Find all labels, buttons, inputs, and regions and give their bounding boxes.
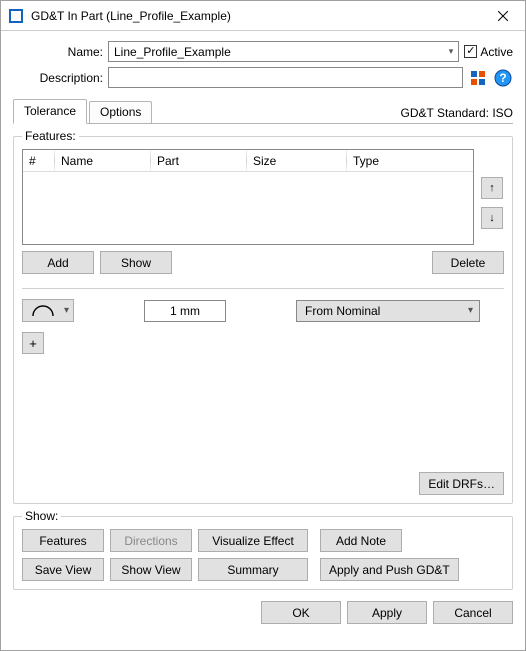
tolerance-mode-value: From Nominal bbox=[305, 304, 380, 318]
chevron-down-icon: ▾ bbox=[468, 305, 473, 316]
show-features-button[interactable]: Features bbox=[22, 529, 104, 552]
col-name[interactable]: Name bbox=[55, 150, 151, 171]
tab-options[interactable]: Options bbox=[89, 101, 152, 123]
tabstrip: Tolerance Options GD&T Standard: ISO bbox=[13, 99, 513, 124]
add-datum-button[interactable]: + bbox=[22, 332, 44, 354]
show-legend: Show: bbox=[22, 509, 61, 523]
description-label: Description: bbox=[13, 71, 103, 85]
description-input[interactable] bbox=[108, 67, 463, 88]
help-button[interactable]: ? bbox=[493, 68, 513, 88]
svg-text:?: ? bbox=[499, 71, 506, 85]
tolerance-frame-row: ▾ 1 mm From Nominal ▾ bbox=[22, 299, 504, 322]
add-note-button[interactable]: Add Note bbox=[320, 529, 402, 552]
name-label: Name: bbox=[13, 45, 103, 59]
app-icon bbox=[9, 9, 23, 23]
ok-button[interactable]: OK bbox=[261, 601, 341, 624]
features-buttons: Add Show Delete bbox=[22, 251, 504, 274]
chevron-down-icon: ▾ bbox=[449, 46, 454, 57]
dialog-body: Name: Line_Profile_Example ▾ ✓ Active De… bbox=[1, 31, 525, 650]
frame-spacer bbox=[22, 354, 504, 464]
close-button[interactable] bbox=[483, 1, 523, 31]
standard-label: GD&T Standard: ISO bbox=[401, 106, 514, 120]
description-row: Description: ? bbox=[13, 67, 513, 88]
active-label: Active bbox=[480, 45, 513, 59]
cancel-button[interactable]: Cancel bbox=[433, 601, 513, 624]
tolerance-value-input[interactable]: 1 mm bbox=[144, 300, 226, 322]
checkbox-icon: ✓ bbox=[464, 45, 477, 58]
reorder-buttons: ↑ ↓ bbox=[480, 149, 504, 245]
name-combo[interactable]: Line_Profile_Example ▾ bbox=[108, 41, 459, 62]
move-down-button[interactable]: ↓ bbox=[481, 207, 503, 229]
delete-button[interactable]: Delete bbox=[432, 251, 504, 274]
col-size[interactable]: Size bbox=[247, 150, 347, 171]
dialog-footer: OK Apply Cancel bbox=[13, 601, 513, 624]
separator bbox=[22, 288, 504, 289]
features-header-row: # Name Part Size Type bbox=[23, 150, 473, 172]
show-directions-button[interactable]: Directions bbox=[110, 529, 192, 552]
tolerance-value: 1 mm bbox=[170, 304, 200, 318]
edit-drfs-row: Edit DRFs… bbox=[22, 472, 504, 495]
name-row: Name: Line_Profile_Example ▾ ✓ Active bbox=[13, 41, 513, 62]
customize-button[interactable] bbox=[468, 68, 488, 88]
summary-button[interactable]: Summary bbox=[198, 558, 308, 581]
col-number[interactable]: # bbox=[23, 150, 55, 171]
show-view-button[interactable]: Show View bbox=[110, 558, 192, 581]
show-row-2: Save View Show View Summary Apply and Pu… bbox=[22, 558, 504, 581]
close-icon bbox=[498, 11, 508, 21]
save-view-button[interactable]: Save View bbox=[22, 558, 104, 581]
show-button[interactable]: Show bbox=[100, 251, 172, 274]
dialog-window: GD&T In Part (Line_Profile_Example) Name… bbox=[0, 0, 526, 651]
move-up-button[interactable]: ↑ bbox=[481, 177, 503, 199]
edit-drfs-button[interactable]: Edit DRFs… bbox=[419, 472, 504, 495]
window-title: GD&T In Part (Line_Profile_Example) bbox=[31, 9, 483, 23]
show-group: Show: Features Directions Visualize Effe… bbox=[13, 509, 513, 590]
apply-button[interactable]: Apply bbox=[347, 601, 427, 624]
col-part[interactable]: Part bbox=[151, 150, 247, 171]
name-value: Line_Profile_Example bbox=[114, 45, 231, 59]
show-row-1: Features Directions Visualize Effect Add… bbox=[22, 529, 504, 552]
apply-push-button[interactable]: Apply and Push GD&T bbox=[320, 558, 459, 581]
visualize-effect-button[interactable]: Visualize Effect bbox=[198, 529, 308, 552]
chevron-down-icon: ▾ bbox=[64, 305, 69, 316]
active-checkbox[interactable]: ✓ Active bbox=[464, 45, 513, 59]
add-button[interactable]: Add bbox=[22, 251, 94, 274]
features-legend: Features: bbox=[22, 129, 79, 143]
tab-tolerance[interactable]: Tolerance bbox=[13, 99, 87, 124]
tolerance-mode-combo[interactable]: From Nominal ▾ bbox=[296, 300, 480, 322]
features-list[interactable]: # Name Part Size Type bbox=[22, 149, 474, 245]
titlebar: GD&T In Part (Line_Profile_Example) bbox=[1, 1, 525, 31]
col-type[interactable]: Type bbox=[347, 150, 473, 171]
features-group: Features: # Name Part Size Type bbox=[13, 129, 513, 504]
gdt-symbol-picker[interactable]: ▾ bbox=[22, 299, 74, 322]
line-profile-icon bbox=[27, 304, 60, 318]
features-body[interactable] bbox=[23, 172, 473, 244]
